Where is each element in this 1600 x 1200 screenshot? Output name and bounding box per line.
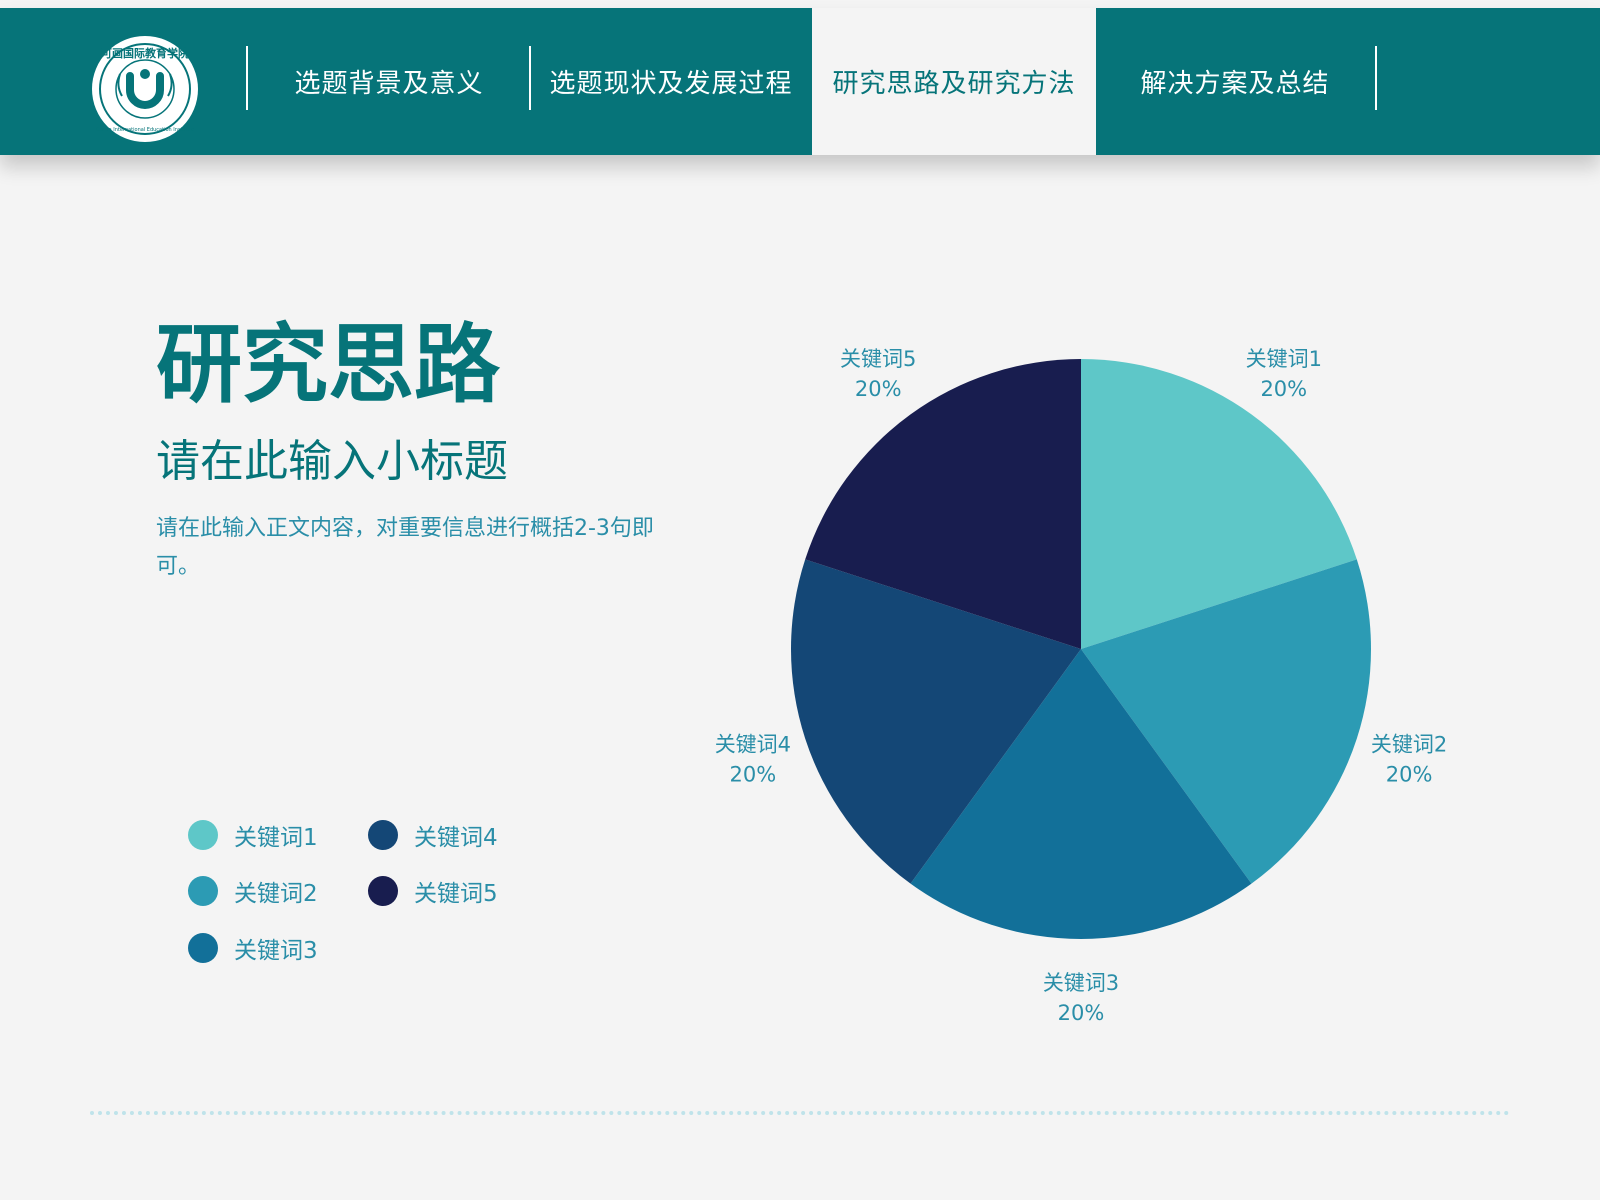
slice-label-5: 关键词5 20% — [840, 347, 916, 401]
slice-label-3: 关键词3 20% — [1043, 971, 1119, 1025]
footer-dotted-divider — [90, 1111, 1510, 1115]
pie-chart: 关键词1 20% 关键词2 20% 关键词3 20% 关键词4 20% 关键词5 20% — [715, 347, 1448, 1025]
slice-label-4: 关键词4 20% — [715, 733, 791, 787]
slice-label-2: 关键词2 20% — [1371, 733, 1447, 787]
slice-label-1: 关键词1 20% — [1246, 347, 1322, 401]
